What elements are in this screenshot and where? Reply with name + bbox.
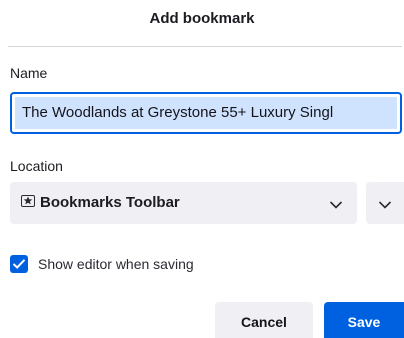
chevron-down-icon bbox=[329, 197, 343, 215]
name-label: Name bbox=[10, 65, 48, 81]
location-dropdown[interactable]: Bookmarks Toolbar bbox=[10, 182, 357, 224]
show-editor-label[interactable]: Show editor when saving bbox=[38, 256, 194, 272]
bookmark-star-icon bbox=[21, 195, 35, 207]
location-selected-value: Bookmarks Toolbar bbox=[40, 194, 180, 211]
chevron-down-icon bbox=[378, 197, 392, 215]
save-button[interactable]: Save bbox=[324, 302, 404, 338]
checkmark-icon bbox=[12, 259, 26, 269]
name-input-value[interactable]: The Woodlands at Greystone 55+ Luxury Si… bbox=[15, 97, 397, 129]
expand-folders-button[interactable] bbox=[366, 182, 404, 224]
add-bookmark-dialog: Add bookmark Name The Woodlands at Greys… bbox=[0, 0, 404, 338]
title-divider bbox=[8, 46, 402, 47]
show-editor-checkbox[interactable] bbox=[10, 255, 28, 273]
dialog-title: Add bookmark bbox=[149, 10, 255, 27]
cancel-button[interactable]: Cancel bbox=[215, 302, 313, 338]
location-label: Location bbox=[10, 158, 63, 174]
name-input[interactable]: The Woodlands at Greystone 55+ Luxury Si… bbox=[10, 92, 402, 134]
